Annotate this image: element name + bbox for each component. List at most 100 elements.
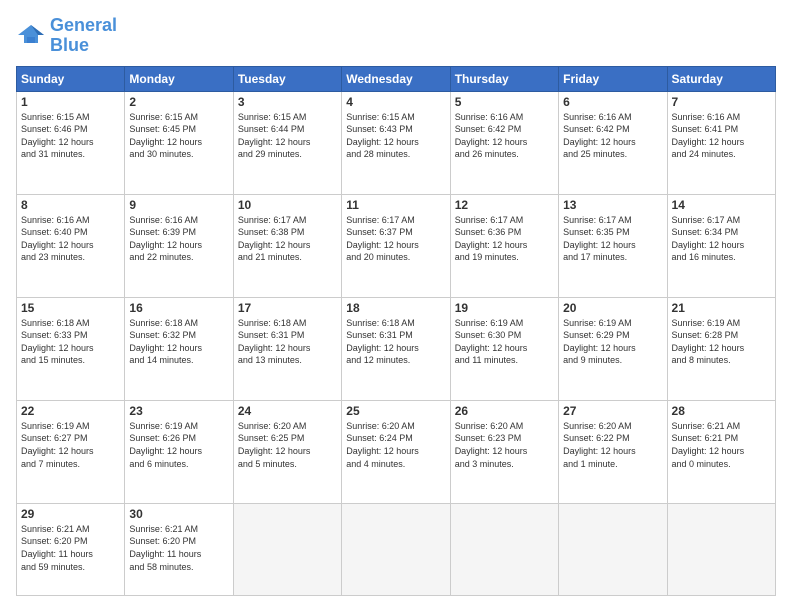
calendar-cell: 27 Sunrise: 6:20 AM Sunset: 6:22 PM Dayli… [559, 400, 667, 503]
day-number: 15 [21, 301, 120, 315]
calendar-cell: 15 Sunrise: 6:18 AM Sunset: 6:33 PM Dayli… [17, 297, 125, 400]
calendar-cell: 25 Sunrise: 6:20 AM Sunset: 6:24 PM Dayli… [342, 400, 450, 503]
calendar-cell: 30 Sunrise: 6:21 AM Sunset: 6:20 PM Dayli… [125, 503, 233, 595]
dow-header: Friday [559, 66, 667, 91]
calendar-cell: 10 Sunrise: 6:17 AM Sunset: 6:38 PM Dayli… [233, 194, 341, 297]
logo-icon [16, 21, 46, 51]
logo: General Blue [16, 16, 117, 56]
day-info: Sunrise: 6:19 AM Sunset: 6:30 PM Dayligh… [455, 317, 554, 367]
day-number: 8 [21, 198, 120, 212]
calendar-table: SundayMondayTuesdayWednesdayThursdayFrid… [16, 66, 776, 596]
calendar-cell [450, 503, 558, 595]
page: General Blue SundayMondayTuesdayWednesda… [0, 0, 792, 612]
logo-text: General Blue [50, 16, 117, 56]
day-info: Sunrise: 6:17 AM Sunset: 6:38 PM Dayligh… [238, 214, 337, 264]
calendar-cell [342, 503, 450, 595]
dow-header: Saturday [667, 66, 775, 91]
day-info: Sunrise: 6:15 AM Sunset: 6:43 PM Dayligh… [346, 111, 445, 161]
day-info: Sunrise: 6:19 AM Sunset: 6:29 PM Dayligh… [563, 317, 662, 367]
day-info: Sunrise: 6:21 AM Sunset: 6:20 PM Dayligh… [129, 523, 228, 573]
day-number: 14 [672, 198, 771, 212]
calendar-cell: 13 Sunrise: 6:17 AM Sunset: 6:35 PM Dayli… [559, 194, 667, 297]
day-number: 22 [21, 404, 120, 418]
day-number: 13 [563, 198, 662, 212]
day-info: Sunrise: 6:17 AM Sunset: 6:34 PM Dayligh… [672, 214, 771, 264]
calendar-cell: 1 Sunrise: 6:15 AM Sunset: 6:46 PM Daylig… [17, 91, 125, 194]
day-number: 3 [238, 95, 337, 109]
calendar-body: 1 Sunrise: 6:15 AM Sunset: 6:46 PM Daylig… [17, 91, 776, 595]
day-info: Sunrise: 6:16 AM Sunset: 6:42 PM Dayligh… [563, 111, 662, 161]
calendar-week: 29 Sunrise: 6:21 AM Sunset: 6:20 PM Dayli… [17, 503, 776, 595]
day-info: Sunrise: 6:20 AM Sunset: 6:23 PM Dayligh… [455, 420, 554, 470]
day-info: Sunrise: 6:17 AM Sunset: 6:37 PM Dayligh… [346, 214, 445, 264]
day-info: Sunrise: 6:18 AM Sunset: 6:31 PM Dayligh… [346, 317, 445, 367]
calendar-week: 8 Sunrise: 6:16 AM Sunset: 6:40 PM Daylig… [17, 194, 776, 297]
calendar-cell: 8 Sunrise: 6:16 AM Sunset: 6:40 PM Daylig… [17, 194, 125, 297]
day-number: 6 [563, 95, 662, 109]
calendar-cell: 19Sunrise: 6:19 AM Sunset: 6:30 PM Dayli… [450, 297, 558, 400]
calendar-cell: 29Sunrise: 6:21 AM Sunset: 6:20 PM Dayli… [17, 503, 125, 595]
dow-header: Wednesday [342, 66, 450, 91]
calendar-cell: 22Sunrise: 6:19 AM Sunset: 6:27 PM Dayli… [17, 400, 125, 503]
day-info: Sunrise: 6:20 AM Sunset: 6:22 PM Dayligh… [563, 420, 662, 470]
day-number: 26 [455, 404, 554, 418]
day-number: 5 [455, 95, 554, 109]
day-info: Sunrise: 6:16 AM Sunset: 6:40 PM Dayligh… [21, 214, 120, 264]
dow-header: Sunday [17, 66, 125, 91]
day-number: 10 [238, 198, 337, 212]
day-number: 17 [238, 301, 337, 315]
day-number: 25 [346, 404, 445, 418]
calendar-cell: 26 Sunrise: 6:20 AM Sunset: 6:23 PM Dayli… [450, 400, 558, 503]
calendar-cell: 7Sunrise: 6:16 AM Sunset: 6:41 PM Daylig… [667, 91, 775, 194]
day-info: Sunrise: 6:15 AM Sunset: 6:45 PM Dayligh… [129, 111, 228, 161]
day-info: Sunrise: 6:15 AM Sunset: 6:46 PM Dayligh… [21, 111, 120, 161]
calendar-cell: 12Sunrise: 6:17 AM Sunset: 6:36 PM Dayli… [450, 194, 558, 297]
day-info: Sunrise: 6:17 AM Sunset: 6:35 PM Dayligh… [563, 214, 662, 264]
calendar-cell: 6 Sunrise: 6:16 AM Sunset: 6:42 PM Daylig… [559, 91, 667, 194]
day-info: Sunrise: 6:18 AM Sunset: 6:33 PM Dayligh… [21, 317, 120, 367]
calendar-cell [667, 503, 775, 595]
header: General Blue [16, 16, 776, 56]
day-info: Sunrise: 6:20 AM Sunset: 6:24 PM Dayligh… [346, 420, 445, 470]
day-info: Sunrise: 6:18 AM Sunset: 6:31 PM Dayligh… [238, 317, 337, 367]
calendar-cell: 20 Sunrise: 6:19 AM Sunset: 6:29 PM Dayli… [559, 297, 667, 400]
dow-header: Tuesday [233, 66, 341, 91]
day-number: 29 [21, 507, 120, 521]
calendar-week: 22Sunrise: 6:19 AM Sunset: 6:27 PM Dayli… [17, 400, 776, 503]
day-info: Sunrise: 6:19 AM Sunset: 6:28 PM Dayligh… [672, 317, 771, 367]
calendar-cell: 9 Sunrise: 6:16 AM Sunset: 6:39 PM Daylig… [125, 194, 233, 297]
day-number: 9 [129, 198, 228, 212]
day-info: Sunrise: 6:16 AM Sunset: 6:42 PM Dayligh… [455, 111, 554, 161]
calendar-week: 15 Sunrise: 6:18 AM Sunset: 6:33 PM Dayli… [17, 297, 776, 400]
day-info: Sunrise: 6:21 AM Sunset: 6:21 PM Dayligh… [672, 420, 771, 470]
day-number: 7 [672, 95, 771, 109]
calendar-week: 1 Sunrise: 6:15 AM Sunset: 6:46 PM Daylig… [17, 91, 776, 194]
calendar-cell [233, 503, 341, 595]
calendar-cell: 21Sunrise: 6:19 AM Sunset: 6:28 PM Dayli… [667, 297, 775, 400]
day-number: 11 [346, 198, 445, 212]
calendar-cell: 3Sunrise: 6:15 AM Sunset: 6:44 PM Daylig… [233, 91, 341, 194]
day-number: 28 [672, 404, 771, 418]
day-number: 27 [563, 404, 662, 418]
calendar-cell: 28 Sunrise: 6:21 AM Sunset: 6:21 PM Dayli… [667, 400, 775, 503]
calendar-cell: 24 Sunrise: 6:20 AM Sunset: 6:25 PM Dayli… [233, 400, 341, 503]
day-number: 23 [129, 404, 228, 418]
calendar-cell: 18 Sunrise: 6:18 AM Sunset: 6:31 PM Dayli… [342, 297, 450, 400]
day-number: 30 [129, 507, 228, 521]
day-info: Sunrise: 6:20 AM Sunset: 6:25 PM Dayligh… [238, 420, 337, 470]
day-number: 1 [21, 95, 120, 109]
day-number: 2 [129, 95, 228, 109]
days-of-week-row: SundayMondayTuesdayWednesdayThursdayFrid… [17, 66, 776, 91]
day-number: 16 [129, 301, 228, 315]
calendar-cell: 2 Sunrise: 6:15 AM Sunset: 6:45 PM Daylig… [125, 91, 233, 194]
calendar-cell [559, 503, 667, 595]
day-number: 24 [238, 404, 337, 418]
calendar-cell: 5 Sunrise: 6:16 AM Sunset: 6:42 PM Daylig… [450, 91, 558, 194]
dow-header: Monday [125, 66, 233, 91]
day-info: Sunrise: 6:17 AM Sunset: 6:36 PM Dayligh… [455, 214, 554, 264]
dow-header: Thursday [450, 66, 558, 91]
day-number: 18 [346, 301, 445, 315]
day-number: 20 [563, 301, 662, 315]
day-info: Sunrise: 6:16 AM Sunset: 6:39 PM Dayligh… [129, 214, 228, 264]
calendar-cell: 16Sunrise: 6:18 AM Sunset: 6:32 PM Dayli… [125, 297, 233, 400]
